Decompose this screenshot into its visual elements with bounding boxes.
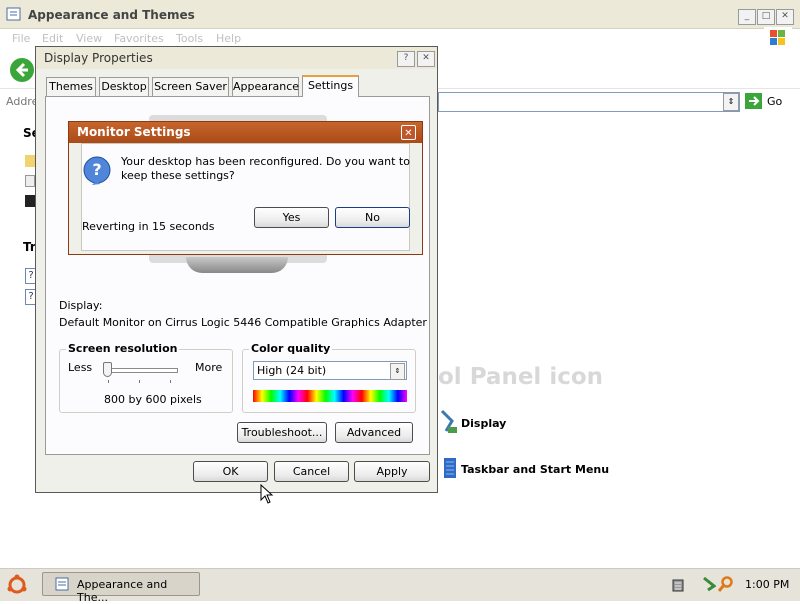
troubleshoot-button[interactable]: Troubleshoot...	[237, 422, 327, 443]
display-value: Default Monitor on Cirrus Logic 5446 Com…	[59, 316, 427, 329]
advanced-button[interactable]: Advanced	[335, 422, 413, 443]
start-menu-icon[interactable]	[6, 574, 28, 596]
menu-view[interactable]: View	[76, 32, 102, 45]
less-label: Less	[68, 361, 93, 374]
menu-help[interactable]: Help	[216, 32, 241, 45]
color-quality-title: Color quality	[249, 342, 333, 355]
display-cpl-icon[interactable]	[440, 409, 458, 435]
menu-bar: File Edit View Favorites Tools Help	[0, 27, 800, 49]
resolution-value: 800 by 600 pixels	[104, 393, 202, 406]
explorer-titlebar: Appearance and Themes _ □ ✕	[0, 0, 800, 29]
ok-button[interactable]: OK	[193, 461, 268, 482]
tab-screen-saver[interactable]: Screen Saver	[152, 77, 229, 96]
tab-settings[interactable]: Settings	[302, 75, 359, 97]
windows-logo-icon	[764, 27, 792, 49]
menu-tools[interactable]: Tools	[176, 32, 203, 45]
pick-icon-heading: ol Panel icon	[438, 364, 604, 390]
tab-appearance[interactable]: Appearance	[232, 77, 299, 96]
countdown-text: Reverting in 15 seconds	[82, 220, 215, 233]
minimize-button[interactable]: _	[738, 9, 756, 25]
monitor-message: Your desktop has been reconfigured. Do y…	[121, 155, 410, 182]
mouse-cursor-icon	[260, 483, 274, 504]
tab-themes[interactable]: Themes	[46, 77, 96, 96]
back-icon[interactable]	[9, 57, 35, 83]
monitor-settings-dialog: Monitor Settings ✕ ? Your desktop has be…	[68, 121, 423, 255]
sidebar-screen-icon[interactable]	[25, 195, 35, 207]
display-properties-title: Display Properties	[44, 51, 153, 65]
monitor-settings-title: Monitor Settings	[77, 125, 191, 139]
address-label: Address	[6, 95, 38, 108]
network-tray-icon[interactable]	[672, 578, 684, 592]
taskbar-task-button[interactable]: Appearance and The...	[42, 572, 200, 604]
sidebar-page-icon[interactable]	[25, 175, 35, 187]
sidebar-folder-icon[interactable]	[25, 155, 35, 167]
address-dropdown[interactable]: ⇕	[723, 93, 739, 111]
screen-resolution-group: Screen resolution Less More 800 by 600 p…	[59, 342, 233, 413]
question-icon: ?	[82, 155, 112, 189]
task-window-icon	[55, 577, 69, 591]
chevron-updown-icon[interactable]: ⇕	[390, 363, 405, 380]
no-button[interactable]: No	[335, 207, 410, 228]
taskbar: Appearance and The... 1:00 PM	[0, 568, 800, 604]
close-button[interactable]: ✕	[776, 9, 794, 25]
svg-text:?: ?	[92, 160, 101, 179]
monitor-stand	[186, 257, 288, 273]
explorer-title: Appearance and Themes	[28, 8, 195, 22]
color-quality-group: Color quality High (24 bit) ⇕	[242, 342, 416, 413]
search-tray-icon[interactable]	[717, 576, 734, 592]
color-quality-value: High (24 bit)	[257, 364, 327, 377]
go-button[interactable]: Go	[767, 95, 782, 108]
connection-tray-icon[interactable]	[702, 576, 717, 592]
task-label: Appearance and The...	[77, 578, 168, 604]
slider-tick-1	[108, 380, 109, 383]
maximize-button[interactable]: □	[757, 9, 775, 25]
yes-button[interactable]: Yes	[254, 207, 329, 228]
display-properties-titlebar: Display Properties ? ✕	[36, 47, 437, 69]
address-input[interactable]	[438, 92, 740, 112]
sidebar-troubleshooters-heading: Tr	[23, 240, 36, 254]
color-quality-select[interactable]: High (24 bit) ⇕	[253, 361, 407, 380]
go-icon[interactable]	[745, 93, 762, 109]
resolution-slider-thumb[interactable]	[103, 362, 112, 377]
display-link[interactable]: Display	[461, 417, 506, 430]
taskbar-cpl-icon[interactable]	[440, 456, 458, 482]
slider-tick-2	[139, 380, 140, 383]
cancel-button[interactable]: Cancel	[274, 461, 349, 482]
more-label: More	[195, 361, 223, 374]
clock: 1:00 PM	[745, 578, 790, 591]
display-label: Display:	[59, 299, 103, 312]
menu-edit[interactable]: Edit	[42, 32, 63, 45]
color-spectrum-bar	[253, 390, 407, 402]
slider-tick-3	[170, 380, 171, 383]
menu-file[interactable]: File	[12, 32, 30, 45]
screen-resolution-title: Screen resolution	[66, 342, 180, 355]
dialog-close-button[interactable]: ✕	[417, 51, 435, 67]
taskbar-link[interactable]: Taskbar and Start Menu	[461, 463, 609, 476]
monitor-settings-titlebar: Monitor Settings ✕	[69, 122, 422, 143]
monitor-dialog-body: ? Your desktop has been reconfigured. Do…	[81, 143, 410, 251]
menu-favorites[interactable]: Favorites	[114, 32, 164, 45]
apply-button[interactable]: Apply	[354, 461, 430, 482]
resolution-slider-track	[106, 368, 178, 373]
monitor-close-button[interactable]: ✕	[401, 125, 416, 140]
folder-app-icon	[6, 6, 22, 22]
help-button[interactable]: ?	[397, 51, 415, 67]
tab-desktop[interactable]: Desktop	[99, 77, 149, 96]
